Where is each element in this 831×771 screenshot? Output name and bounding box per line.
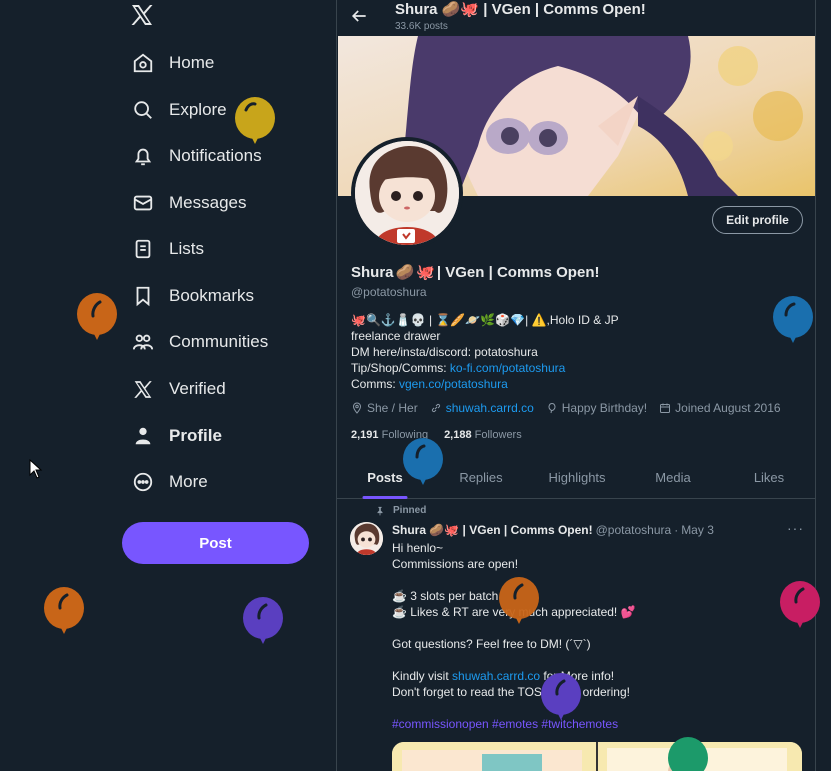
search-icon [130,97,156,123]
joined-date: Joined August 2016 [659,401,781,415]
more-options-icon[interactable]: ··· [787,520,804,536]
tweet-header: Shura 🥔🐙 | VGen | Comms Open! @potatoshu… [392,523,714,537]
followers-link[interactable]: 2,188 Followers [444,429,522,441]
tweet-line: Got questions? Feel free to DM! (´▽`) [392,637,591,651]
balloon-icon [76,292,118,353]
nav-verified-label: Verified [169,379,226,398]
back-arrow-icon[interactable] [349,6,371,28]
bio-line4-prefix: Tip/Shop/Comms: [351,361,450,375]
birthday: Happy Birthday! [546,401,647,415]
bio-line1: ,Holo ID & JP [546,313,619,327]
nav-explore-label: Explore [169,100,227,119]
mouse-cursor-icon [29,458,43,484]
profile-handle: @potatoshura [351,285,427,299]
pinned-label: Pinned [375,505,426,516]
tweet-avatar[interactable] [350,522,383,555]
edit-profile-button[interactable]: Edit profile [712,206,803,234]
profile-meta: She / Her shuwah.carrd.co Happy Birthday… [351,401,781,415]
website[interactable]: shuwah.carrd.co [430,401,534,415]
more-circle-icon [130,469,156,495]
tweet-author-name[interactable]: Shura 🥔🐙 | VGen | Comms Open! [392,523,593,537]
tweet-line: Commissions are open! [392,557,519,571]
balloon-icon [234,96,276,157]
nav-home[interactable]: Home [130,46,214,80]
tweet-date[interactable]: May 3 [681,523,714,537]
bio-line3: DM here/insta/discord: potatoshura [351,345,538,359]
balloon-icon [667,736,709,771]
balloon-icon [548,402,556,414]
person-icon [130,423,156,449]
tweet-line: Don't forget to read the TOS before orde… [392,685,630,699]
balloon-icon [402,437,444,498]
home-icon [130,50,156,76]
nav-messages[interactable]: Messages [130,186,246,220]
nav-profile[interactable]: Profile [130,419,222,453]
tab-media[interactable]: Media [625,456,721,498]
tweet-author-handle[interactable]: @potatoshura [596,523,672,537]
balloon-icon [772,295,814,356]
sidebar: Home Explore Notifications Messages List… [0,0,336,771]
profile-column: Shura 🥔🐙 | VGen | Comms Open! 33.6K post… [336,0,816,771]
nav-communities-label: Communities [169,332,269,351]
tweet-image[interactable] [392,742,802,771]
octopus-icon: 🐙 [416,264,435,281]
nav-explore[interactable]: Explore [130,93,227,127]
header-name: Shura 🥔🐙 | VGen | Comms Open! [395,1,646,18]
post-button[interactable]: Post [122,522,309,564]
tweet-dot: · [674,523,679,537]
profile-bio: 🐙🔍⚓🧂💀 | ⌛🥖🪐🌿🎲💎| ⚠️,Holo ID & JP freelanc… [351,312,619,392]
location-icon [352,402,362,414]
nav-verified[interactable]: Verified [130,372,226,406]
link-icon [431,403,440,413]
bookmark-icon [130,283,156,309]
communities-icon [130,329,156,355]
nav-communities[interactable]: Communities [130,325,268,359]
tab-likes[interactable]: Likes [721,456,815,498]
bio-emoji-line: 🐙🔍⚓🧂💀 | ⌛🥖🪐🌿🎲💎| ⚠️ [351,313,547,327]
nav-bookmarks-label: Bookmarks [169,286,255,305]
list-icon [130,236,156,262]
pronouns: She / Her [351,401,418,415]
nav-home-label: Home [169,53,215,72]
bio-line2: freelance drawer [351,329,441,343]
balloon-icon [242,596,284,657]
header-post-count: 33.6K posts [395,21,448,32]
nav-bookmarks[interactable]: Bookmarks [130,279,254,313]
mail-icon [130,190,156,216]
tab-highlights[interactable]: Highlights [529,456,625,498]
balloon-icon [498,576,540,637]
nav-messages-label: Messages [169,193,247,212]
kofi-link[interactable]: ko-fi.com/potatoshura [450,361,565,375]
potato-icon: 🥔 [395,264,415,281]
tweet-line: Kindly visit [392,669,453,683]
nav-lists-label: Lists [169,239,204,258]
balloon-icon [43,586,85,647]
top-bar: Shura 🥔🐙 | VGen | Comms Open! 33.6K post… [337,0,815,36]
balloon-icon [540,672,582,733]
calendar-icon [660,403,671,413]
tweet-hashtags[interactable]: #commissionopen #emotes #twitchemotes [392,716,636,732]
x-logo-icon[interactable] [130,4,156,28]
vgen-link[interactable]: vgen.co/potatoshura [399,377,508,391]
pin-icon [377,506,383,516]
bell-icon [130,143,156,169]
nav-lists[interactable]: Lists [130,232,204,266]
bio-line5-prefix: Comms: [351,377,399,391]
x-logo-icon [130,376,156,402]
nav-profile-label: Profile [169,426,222,445]
profile-avatar[interactable] [351,137,463,249]
carrd-link[interactable]: shuwah.carrd.co [452,669,540,683]
profile-name-text: Shura [351,263,394,281]
balloon-icon [779,580,821,641]
nav-more-label: More [169,472,208,491]
profile-name-suffix: | VGen | Comms Open! [436,263,600,281]
tab-replies[interactable]: Replies [433,456,529,498]
tweet-line: Hi henlo~ [392,541,444,555]
nav-more[interactable]: More [130,465,208,499]
profile-name: Shura 🥔 🐙 | VGen | Comms Open! [351,263,600,282]
